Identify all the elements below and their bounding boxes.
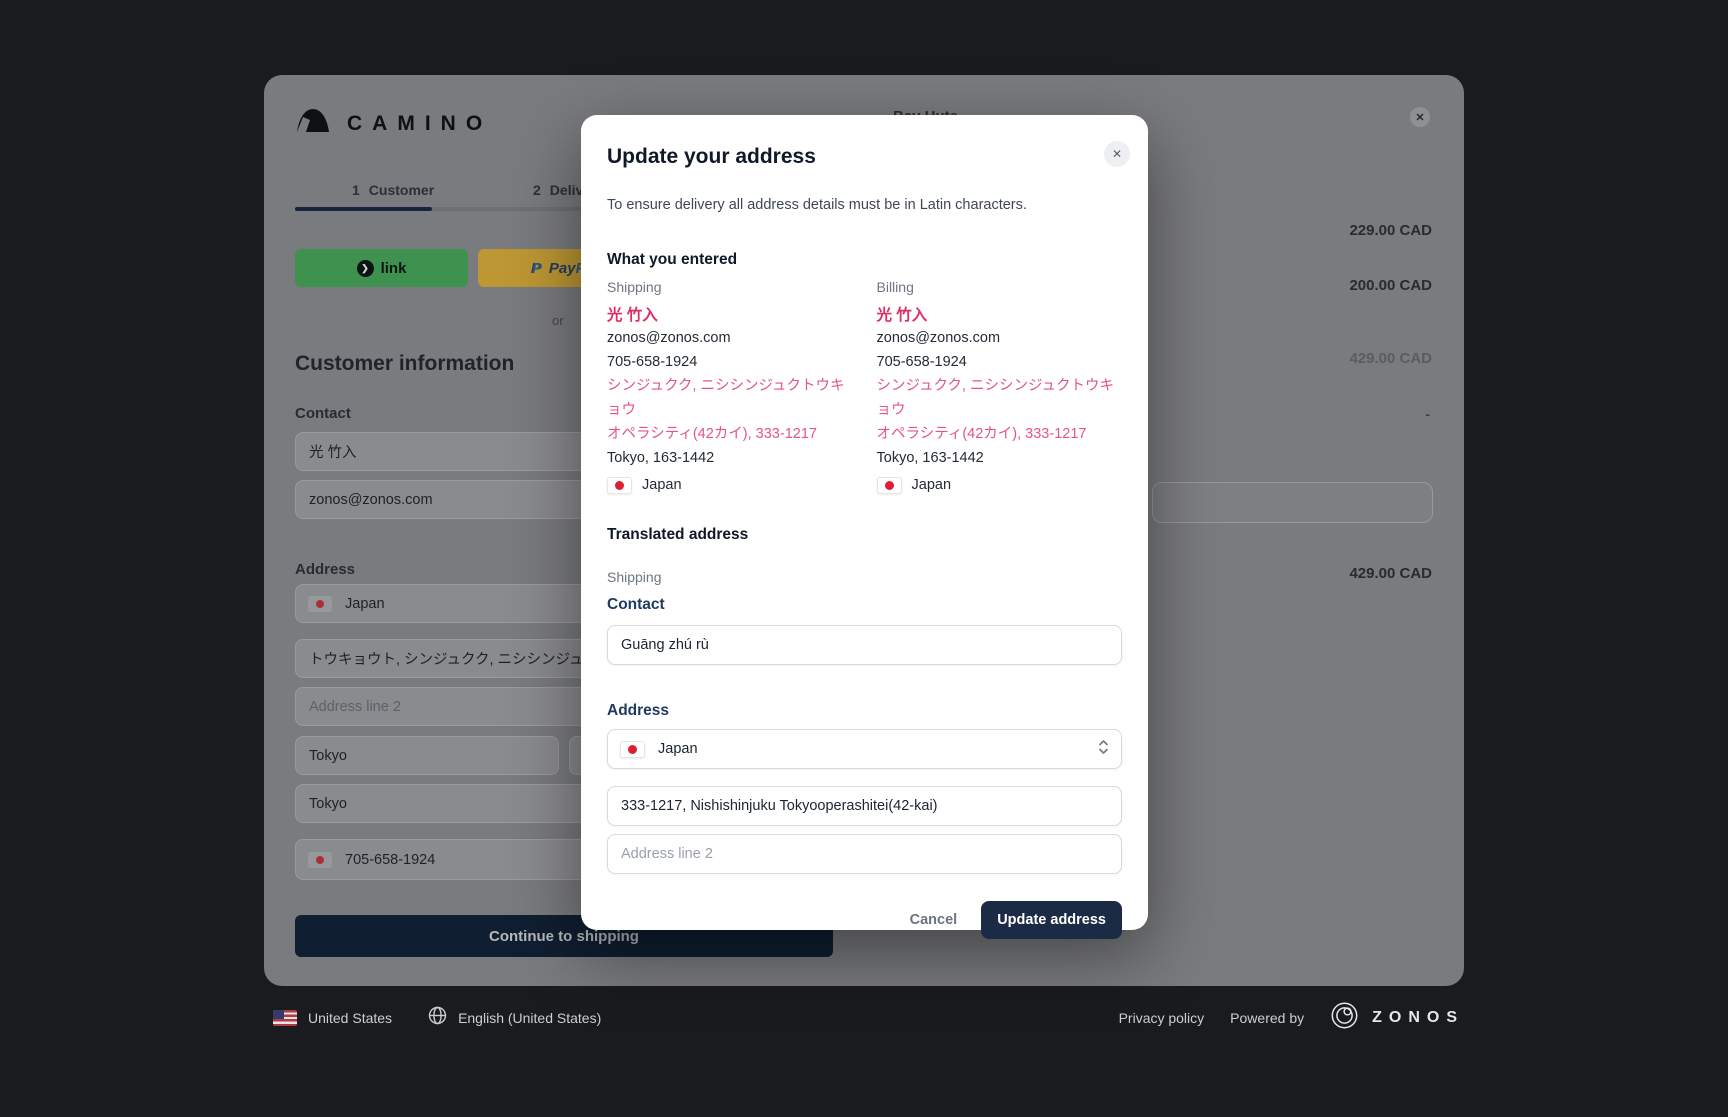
modal-title: Update your address bbox=[607, 145, 1122, 169]
entered-phone: 705-658-1924 bbox=[607, 350, 853, 374]
shipping-column-label: Shipping bbox=[607, 279, 853, 295]
cancel-button[interactable]: Cancel bbox=[896, 903, 972, 937]
country-value: Japan bbox=[658, 741, 1085, 757]
japan-flag-icon bbox=[620, 741, 645, 758]
translated-section-label: Shipping bbox=[607, 569, 1122, 585]
billing-column-label: Billing bbox=[877, 279, 1123, 295]
coupon-input[interactable] bbox=[1152, 482, 1433, 523]
what-you-entered-heading: What you entered bbox=[607, 251, 1122, 269]
step-number: 2 bbox=[533, 182, 541, 198]
entered-city-postal: Tokyo, 163-1442 bbox=[877, 446, 1123, 470]
checkout-progress-fill bbox=[295, 207, 432, 211]
close-icon[interactable]: ✕ bbox=[1104, 141, 1130, 167]
translated-address-heading: Translated address bbox=[607, 526, 1122, 544]
item-price: 200.00 CAD bbox=[1349, 277, 1432, 294]
paypal-icon: PP bbox=[531, 260, 542, 277]
step-label: Customer bbox=[369, 182, 434, 198]
translated-contact-label: Contact bbox=[607, 596, 1122, 614]
us-flag-icon bbox=[273, 1010, 297, 1026]
address-label: Address bbox=[295, 561, 355, 578]
zonos-brand[interactable]: ZONOS bbox=[1330, 1001, 1464, 1035]
globe-icon bbox=[428, 1006, 447, 1030]
close-icon[interactable]: ✕ bbox=[1410, 107, 1430, 127]
translated-address-label: Address bbox=[607, 702, 1122, 720]
city-input[interactable] bbox=[295, 736, 559, 775]
entered-country: Japan bbox=[642, 473, 682, 497]
step-customer[interactable]: 1 Customer bbox=[352, 182, 434, 198]
link-pay-button[interactable]: ❯ link bbox=[295, 249, 468, 287]
entered-name: 光 竹入 bbox=[877, 305, 1123, 326]
footer-country[interactable]: United States bbox=[308, 1010, 392, 1026]
entered-name: 光 竹入 bbox=[607, 305, 853, 326]
japan-flag-icon bbox=[607, 477, 632, 494]
item-price: 229.00 CAD bbox=[1349, 222, 1432, 239]
entered-billing-column: Billing 光 竹入 zonos@zonos.com 705-658-192… bbox=[877, 279, 1123, 497]
entered-email: zonos@zonos.com bbox=[877, 326, 1123, 350]
country-value: Japan bbox=[345, 596, 385, 612]
step-delivery[interactable]: 2 Deliv bbox=[533, 182, 583, 198]
chevron-updown-icon bbox=[1098, 738, 1109, 761]
entered-shipping-column: Shipping 光 竹入 zonos@zonos.com 705-658-19… bbox=[607, 279, 853, 497]
translated-address-line2-input[interactable] bbox=[607, 834, 1122, 874]
step-label: Deliv bbox=[550, 182, 583, 198]
shipping-cost-value: - bbox=[1425, 406, 1430, 422]
entered-address-line2: オペラシティ(42カイ), 333-1217 bbox=[607, 422, 853, 446]
subtotal-value: 429.00 CAD bbox=[1349, 350, 1432, 367]
brand-name: CAMINO bbox=[347, 112, 492, 136]
modal-subtitle: To ensure delivery all address details m… bbox=[607, 195, 1122, 215]
entered-email: zonos@zonos.com bbox=[607, 326, 853, 350]
zonos-wordmark: ZONOS bbox=[1372, 1009, 1464, 1027]
japan-flag-icon bbox=[308, 852, 332, 868]
brand: CAMINO bbox=[295, 105, 492, 142]
entered-city-postal: Tokyo, 163-1442 bbox=[607, 446, 853, 470]
or-divider: or bbox=[552, 313, 564, 328]
update-address-modal: Update your address ✕ To ensure delivery… bbox=[581, 115, 1148, 930]
translated-country-select[interactable]: Japan bbox=[607, 729, 1122, 769]
update-address-button[interactable]: Update address bbox=[981, 901, 1122, 939]
entered-country: Japan bbox=[912, 473, 952, 497]
customer-information-heading: Customer information bbox=[295, 352, 514, 376]
phone-value: 705-658-1924 bbox=[345, 852, 435, 868]
japan-flag-icon bbox=[877, 477, 902, 494]
link-label: link bbox=[381, 260, 407, 277]
link-arrow-icon: ❯ bbox=[357, 260, 374, 277]
footer-language[interactable]: English (United States) bbox=[458, 1010, 601, 1026]
translated-address-line1-input[interactable] bbox=[607, 786, 1122, 826]
entered-address-line2: オペラシティ(42カイ), 333-1217 bbox=[877, 422, 1123, 446]
entered-address-line1: シンジュクク, ニシシンジュクトウキョウ bbox=[607, 374, 853, 422]
japan-flag-icon bbox=[308, 596, 332, 612]
entered-phone: 705-658-1924 bbox=[877, 350, 1123, 374]
step-number: 1 bbox=[352, 182, 360, 198]
footer: United States English (United States) Pr… bbox=[0, 1000, 1728, 1036]
contact-label: Contact bbox=[295, 405, 351, 422]
zonos-logo-icon bbox=[1330, 1001, 1359, 1035]
powered-by-label: Powered by bbox=[1230, 1010, 1304, 1026]
privacy-policy-link[interactable]: Privacy policy bbox=[1119, 1010, 1205, 1026]
translated-contact-input[interactable] bbox=[607, 625, 1122, 665]
entered-address-line1: シンジュクク, ニシシンジュクトウキョウ bbox=[877, 374, 1123, 422]
total-value: 429.00 CAD bbox=[1349, 565, 1432, 582]
camino-logo-icon bbox=[295, 105, 331, 142]
